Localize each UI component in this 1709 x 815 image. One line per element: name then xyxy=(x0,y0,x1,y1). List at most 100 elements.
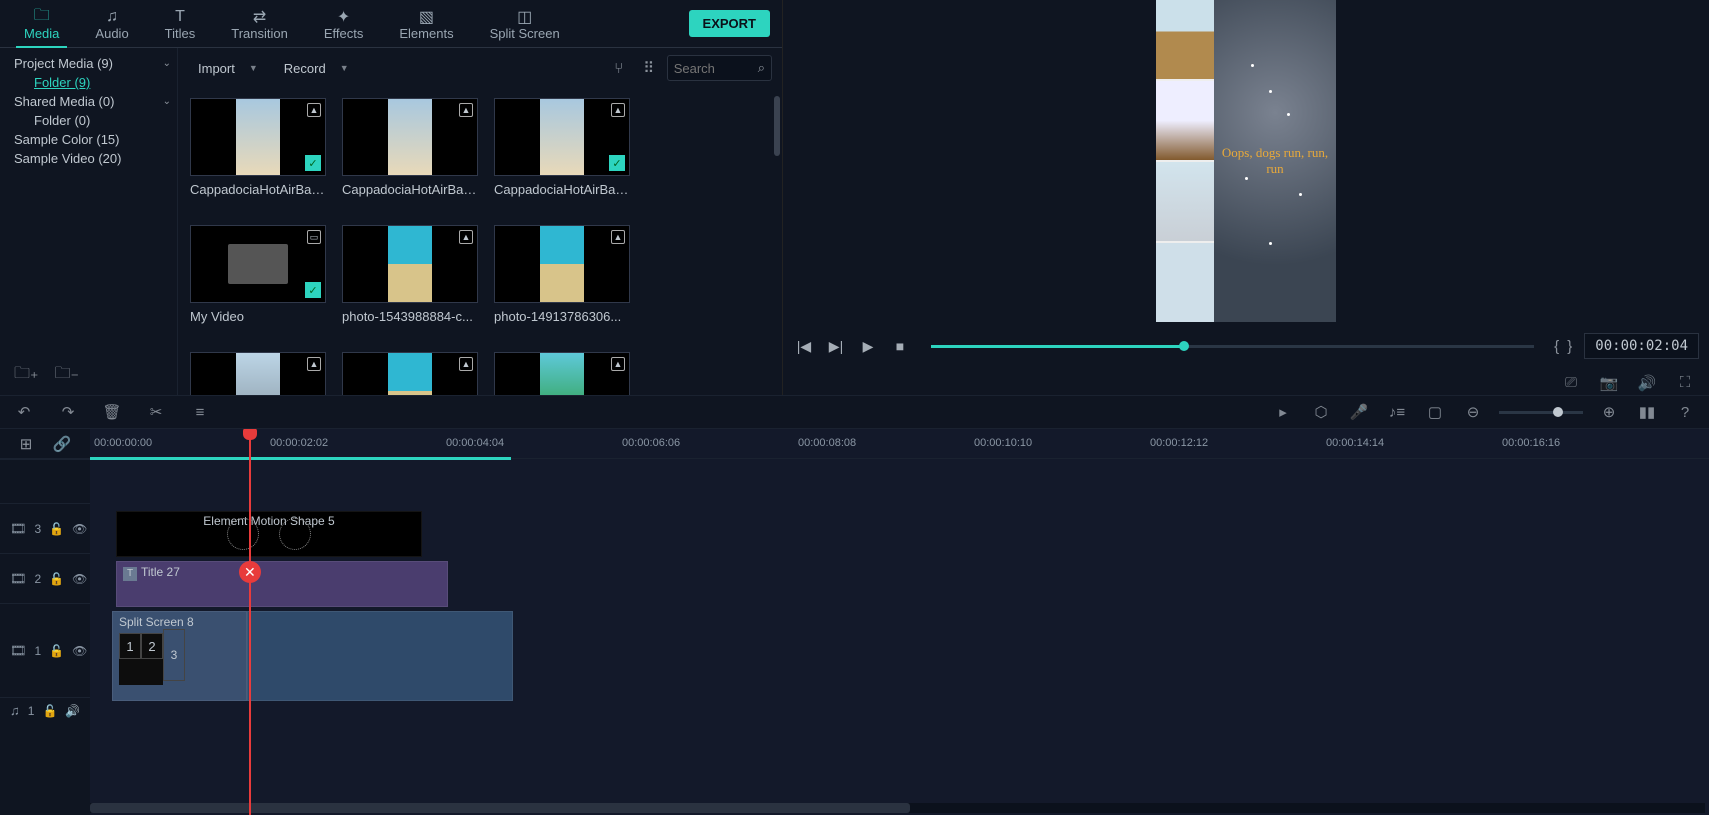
track-header-2[interactable]: 🎞2🔓👁 xyxy=(0,553,90,603)
render-icon[interactable]: ▸ xyxy=(1271,400,1295,424)
redo-button[interactable]: ↷ xyxy=(56,400,80,424)
tab-elements[interactable]: ▧Elements xyxy=(381,4,471,47)
preview-overlay-text: Oops, dogs run, run, run xyxy=(1214,145,1336,176)
tab-effects[interactable]: ✦Effects xyxy=(306,4,382,47)
lock-icon[interactable]: 🔓 xyxy=(49,644,64,658)
import-dropdown[interactable]: Import▼ xyxy=(188,55,268,81)
video-badge-icon: ▭ xyxy=(307,230,321,244)
lock-icon[interactable]: 🔓 xyxy=(49,522,64,536)
zoom-slider[interactable] xyxy=(1499,411,1583,414)
preview-frame: Oops, dogs run, run, run xyxy=(1156,0,1336,322)
clip-title[interactable]: TTitle 27 xyxy=(116,561,448,607)
new-folder-icon[interactable]: 🗀₊ xyxy=(14,362,38,389)
ruler-tick: 00:00:14:14 xyxy=(1326,437,1384,449)
tab-splitscreen[interactable]: ◫Split Screen xyxy=(472,4,578,47)
media-thumb[interactable]: ▲✓CappadociaHotAirBall... xyxy=(494,98,630,197)
media-sidebar: Project Media (9)⌄Folder (9)Shared Media… xyxy=(0,48,178,395)
crop-icon[interactable]: ▢ xyxy=(1423,400,1447,424)
main-tabs: 🗀Media ♫Audio TTitles ⇄Transition ✦Effec… xyxy=(0,0,782,48)
lock-icon[interactable]: 🔓 xyxy=(42,704,57,718)
media-thumb[interactable]: ▲photo-14913786306... xyxy=(494,225,630,324)
link-icon[interactable]: 🔗 xyxy=(50,432,74,456)
record-dropdown[interactable]: Record▼ xyxy=(274,55,359,81)
tab-transition[interactable]: ⇄Transition xyxy=(213,4,306,47)
sidebar-item[interactable]: Sample Color (15) xyxy=(0,130,177,149)
thumb-label: CappadociaHotAirBall... xyxy=(190,182,326,197)
tab-audio[interactable]: ♫Audio xyxy=(77,4,146,47)
fullscreen-icon[interactable]: ⛶ xyxy=(1673,371,1697,395)
voiceover-icon[interactable]: 🎤 xyxy=(1347,400,1371,424)
snapshot-icon[interactable]: 📷 xyxy=(1597,371,1621,395)
ruler-tick: 00:00:00:00 xyxy=(94,437,152,449)
playhead[interactable] xyxy=(249,429,251,815)
playhead-close-icon[interactable]: ✕ xyxy=(239,561,261,583)
zoom-fit-icon[interactable]: ▮▮ xyxy=(1635,400,1659,424)
track-header-3[interactable]: 🎞3🔓👁 xyxy=(0,503,90,553)
timeline-toolbar: ↶ ↷ 🗑 ✂ ≡ ▸ ⬡ 🎤 ♪≡ ▢ ⊖ ⊕ ▮▮ ? xyxy=(0,395,1709,429)
track-header-audio[interactable]: ♫1🔓🔊 xyxy=(0,697,90,723)
add-track-icon[interactable]: ⊞ xyxy=(14,432,38,456)
search-box[interactable]: ⌕ xyxy=(667,55,772,81)
eye-icon[interactable]: 👁 xyxy=(72,644,87,658)
delete-folder-icon[interactable]: 🗀₋ xyxy=(54,362,78,389)
timecode-display: 00:00:02:04 xyxy=(1584,333,1699,359)
timeline-horizontal-scrollbar[interactable] xyxy=(90,803,1705,813)
clip-splitscreen-2[interactable] xyxy=(247,611,513,701)
media-thumb[interactable]: ▲ xyxy=(494,352,630,395)
marker-icon[interactable]: ⬡ xyxy=(1309,400,1333,424)
help-icon[interactable]: ? xyxy=(1673,400,1697,424)
render-preview-icon[interactable]: ⎚ xyxy=(1559,371,1583,395)
track-header-1[interactable]: 🎞1🔓👁 xyxy=(0,603,90,697)
media-thumb[interactable]: ▭✓My Video xyxy=(190,225,326,324)
adjust-button[interactable]: ≡ xyxy=(188,400,212,424)
sidebar-item[interactable]: Sample Video (20) xyxy=(0,149,177,168)
play-button[interactable]: ▶ xyxy=(857,335,879,357)
audio-mixer-icon[interactable]: ♪≡ xyxy=(1385,400,1409,424)
media-thumb[interactable]: ▲ xyxy=(342,352,478,395)
clip-splitscreen[interactable]: Split Screen 8 123 xyxy=(112,611,247,701)
stop-button[interactable]: ■ xyxy=(889,335,911,357)
clip-label: Element Motion Shape 5 xyxy=(117,514,421,528)
eye-icon[interactable]: 👁 xyxy=(72,572,87,586)
transition-icon: ⇄ xyxy=(253,8,266,26)
search-input[interactable] xyxy=(674,61,754,76)
volume-icon[interactable]: 🔊 xyxy=(1635,371,1659,395)
media-thumb[interactable]: ▲CappadociaHotAirBall... xyxy=(342,98,478,197)
clip-label: Split Screen 8 xyxy=(119,615,194,629)
filter-icon[interactable]: ⑂ xyxy=(607,56,631,80)
grid-view-icon[interactable]: ⠿ xyxy=(637,56,661,80)
media-thumb[interactable]: ▲photo-1543988884-c... xyxy=(342,225,478,324)
image-badge-icon: ▲ xyxy=(459,103,473,117)
zoom-out-button[interactable]: ⊖ xyxy=(1461,400,1485,424)
mute-icon[interactable]: 🔊 xyxy=(65,704,80,718)
ruler-tick: 00:00:04:04 xyxy=(446,437,504,449)
chevron-down-icon: ⌄ xyxy=(163,58,171,69)
tab-media[interactable]: 🗀Media xyxy=(6,4,77,47)
export-button[interactable]: EXPORT xyxy=(689,10,770,37)
timeline-canvas[interactable]: 00:00:00:0000:00:02:0200:00:04:0400:00:0… xyxy=(90,429,1709,815)
chevron-down-icon: ▼ xyxy=(249,63,258,73)
eye-icon[interactable]: 👁 xyxy=(72,522,87,536)
tab-titles[interactable]: TTitles xyxy=(147,4,214,47)
sidebar-item[interactable]: Shared Media (0)⌄ xyxy=(0,92,177,111)
sidebar-item[interactable]: Folder (9) xyxy=(0,73,177,92)
media-thumb[interactable]: ▲✓CappadociaHotAirBall... xyxy=(190,98,326,197)
split-button[interactable]: ✂ xyxy=(144,400,168,424)
sidebar-item[interactable]: Folder (0) xyxy=(0,111,177,130)
marker-brackets[interactable]: { } xyxy=(1554,338,1574,355)
zoom-in-button[interactable]: ⊕ xyxy=(1597,400,1621,424)
undo-button[interactable]: ↶ xyxy=(12,400,36,424)
clip-element[interactable]: Element Motion Shape 5 xyxy=(116,511,422,557)
playback-slider[interactable] xyxy=(931,345,1534,348)
timeline-ruler[interactable]: 00:00:00:0000:00:02:0200:00:04:0400:00:0… xyxy=(90,429,1709,459)
prev-frame-button[interactable]: |◀ xyxy=(793,335,815,357)
lock-icon[interactable]: 🔓 xyxy=(49,572,64,586)
media-grid: ▲✓CappadociaHotAirBall...▲CappadociaHotA… xyxy=(178,88,782,395)
sidebar-item[interactable]: Project Media (9)⌄ xyxy=(0,54,177,73)
sparkle-icon: ✦ xyxy=(337,8,350,26)
audio-track-icon: ♫ xyxy=(10,703,20,718)
video-track-icon: 🎞 xyxy=(10,571,27,587)
play-backward-button[interactable]: ▶| xyxy=(825,335,847,357)
delete-button[interactable]: 🗑 xyxy=(100,400,124,424)
media-thumb[interactable]: ▲ xyxy=(190,352,326,395)
